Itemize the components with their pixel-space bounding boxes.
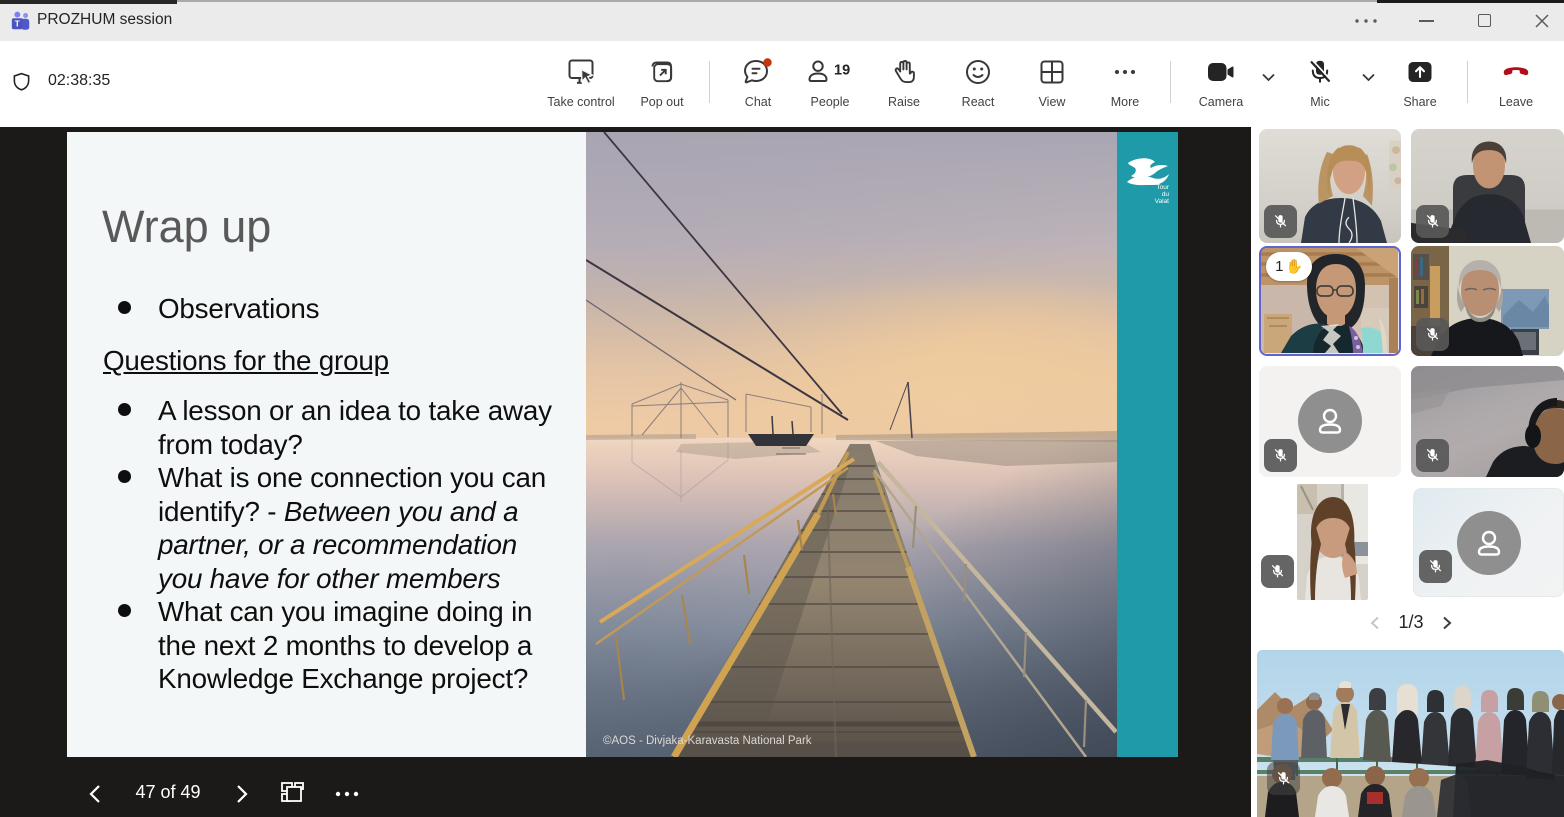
svg-text:©AOS - Divjaka-Karavasta Natio: ©AOS - Divjaka-Karavasta National Park <box>603 735 812 747</box>
svg-text:19: 19 <box>834 63 850 79</box>
svg-text:T: T <box>15 20 20 29</box>
